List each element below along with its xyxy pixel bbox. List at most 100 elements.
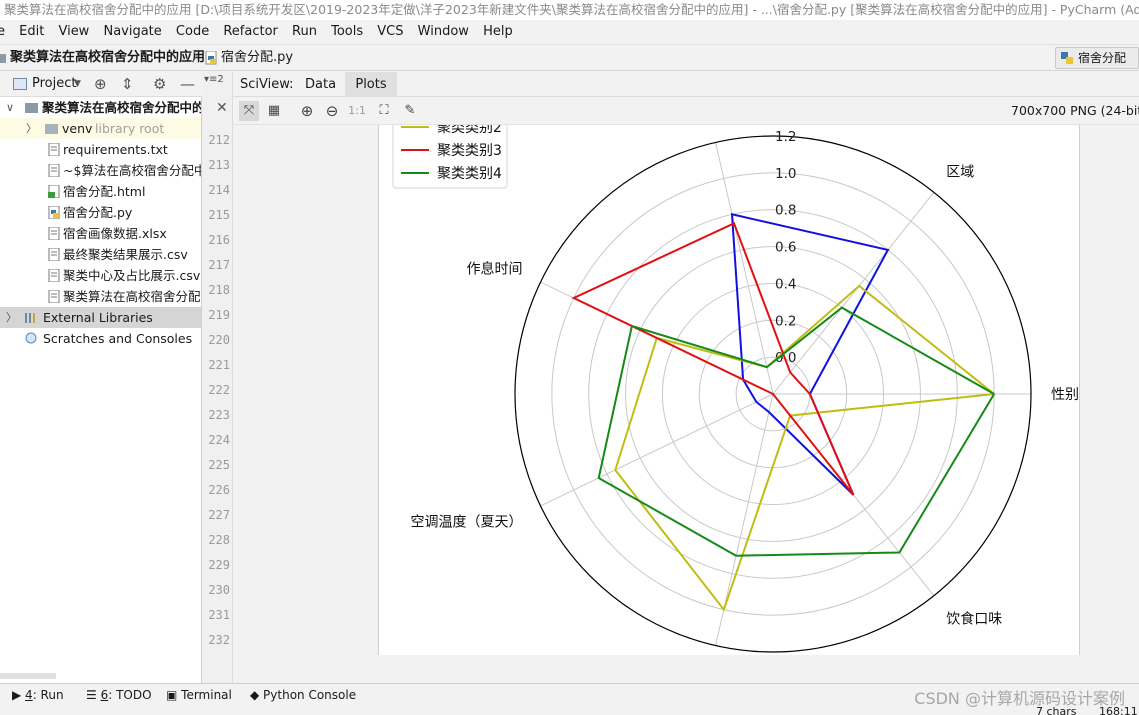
radar-axis-label: 性别 <box>1051 387 1079 403</box>
radar-spoke <box>772 191 935 395</box>
text-file-icon <box>48 164 60 177</box>
project-tree: ∨ 聚类算法在高校宿舍分配中的应用 〉 venv library root re… <box>0 97 202 683</box>
tree-item-file[interactable]: 宿舍画像数据.xlsx <box>0 223 201 244</box>
terminal-icon: ▣ <box>166 688 182 702</box>
menu-run[interactable]: Run <box>287 20 322 44</box>
watermark: CSDN @计算机源码设计案例 <box>914 689 1125 708</box>
legend-label: 聚类类别4 <box>437 166 502 182</box>
line-number: 229 <box>208 558 230 572</box>
tree-item-scratches[interactable]: Scratches and Consoles <box>0 328 201 349</box>
line-number: 218 <box>208 283 230 297</box>
tree-item-file[interactable]: requirements.txt <box>0 139 201 160</box>
breadcrumb-file[interactable]: 宿舍分配.py <box>221 45 293 71</box>
project-view-title[interactable]: Project <box>32 72 76 96</box>
terminal-tool-button[interactable]: ▣ Terminal <box>166 684 232 707</box>
tree-item-extra: library root <box>95 121 165 136</box>
library-icon <box>25 313 35 323</box>
tree-item-external-libraries[interactable]: 〉 External Libraries <box>0 307 201 328</box>
close-icon[interactable]: ✕ <box>216 100 228 116</box>
line-number: 220 <box>208 333 230 347</box>
hide-panel-icon[interactable]: — <box>180 72 195 96</box>
radar-series-line <box>597 306 995 557</box>
folder-icon <box>0 54 6 63</box>
radar-axis-label: 饮食口味 <box>946 610 1002 627</box>
menu-navigate[interactable]: Navigate <box>98 20 166 44</box>
python-console-icon: ◆ <box>250 688 264 702</box>
fit-zoom-icon[interactable]: ⤧ <box>239 101 259 121</box>
menu-help[interactable]: Help <box>478 20 518 44</box>
image-info: 700x700 PNG (24-bit c <box>1011 103 1139 118</box>
tree-item-file[interactable]: 最终聚类结果展示.csv <box>0 244 201 265</box>
grid-icon[interactable]: ▦ <box>264 101 284 121</box>
todo-tool-button[interactable]: ☰ 6: TODO <box>86 684 152 707</box>
tree-item-file[interactable]: 宿舍分配.py <box>0 202 201 223</box>
menu-file[interactable]: e <box>0 20 10 44</box>
window-title: 聚类算法在高校宿舍分配中的应用 [D:\项目系统开发区\2019-2023年定做… <box>0 0 1139 20</box>
folder-icon <box>45 124 58 134</box>
run-configuration-selector[interactable]: 宿舍分配 <box>1055 47 1139 69</box>
locate-icon[interactable]: ⊕ <box>94 72 107 96</box>
color-picker-icon[interactable]: ✎ <box>400 101 420 121</box>
run-tool-button[interactable]: ▶ 4: Run <box>12 684 64 707</box>
zoom-in-icon[interactable]: ⊕ <box>297 101 317 121</box>
breadcrumb-project[interactable]: 聚类算法在高校宿舍分配中的应用 <box>10 45 205 71</box>
line-number: 225 <box>208 458 230 472</box>
tree-item-venv[interactable]: 〉 venv library root <box>0 118 201 139</box>
fit-window-icon[interactable]: ⛶ <box>374 101 394 121</box>
chevron-right-icon[interactable]: 〉 <box>26 118 37 139</box>
line-number: 230 <box>208 583 230 597</box>
tree-item-label: 最终聚类结果展示.csv <box>63 247 188 262</box>
chevron-down-icon[interactable]: ∨ <box>6 97 14 118</box>
todo-icon: ☰ <box>86 688 101 702</box>
tree-item-file[interactable]: 宿舍分配.html <box>0 181 201 202</box>
tree-item-label: requirements.txt <box>63 142 168 157</box>
radar-axis-label: 身高 <box>697 125 725 127</box>
radar-axis-label: 作息时间 <box>467 260 523 277</box>
collapse-all-icon[interactable]: ⇕ <box>121 72 134 96</box>
tree-item-label: External Libraries <box>43 310 153 325</box>
tree-item-root[interactable]: ∨ 聚类算法在高校宿舍分配中的应用 <box>0 97 201 118</box>
chevron-right-icon[interactable]: 〉 <box>6 307 17 328</box>
python-console-tool-button[interactable]: ◆ Python Console <box>250 684 356 707</box>
menu-tools[interactable]: Tools <box>326 20 368 44</box>
tab-plots[interactable]: Plots <box>345 72 397 97</box>
line-number: 214 <box>208 183 230 197</box>
tree-item-file[interactable]: 聚类算法在高校宿舍分配中的应用 <box>0 286 201 307</box>
html-file-icon <box>48 185 60 198</box>
tree-item-label: 宿舍分配.html <box>63 184 146 199</box>
menu-vcs[interactable]: VCS <box>372 20 408 44</box>
radial-tick-label: 0.8 <box>775 203 796 219</box>
actual-size-button[interactable]: 1:1 <box>347 101 367 121</box>
menu-view[interactable]: View <box>53 20 94 44</box>
tree-item-file[interactable]: ~$算法在高校宿舍分配中的应用 <box>0 160 201 181</box>
python-run-icon <box>1061 52 1073 64</box>
line-number: 212 <box>208 133 230 147</box>
text-file-icon <box>48 248 60 261</box>
chevron-down-icon[interactable]: ▼ <box>74 72 81 96</box>
horizontal-scrollbar[interactable] <box>0 673 56 679</box>
radial-tick-label: 0.6 <box>775 240 796 256</box>
tree-item-label: ~$算法在高校宿舍分配中的应用 <box>63 163 201 178</box>
menu-window[interactable]: Window <box>413 20 474 44</box>
radial-tick-label: 1.2 <box>775 129 796 145</box>
tree-item-label: Scratches and Consoles <box>43 331 193 346</box>
line-number: 221 <box>208 358 230 372</box>
gear-icon[interactable]: ⚙ <box>153 72 166 96</box>
editor-tabs-menu-icon[interactable]: ▾≡2 <box>204 74 224 85</box>
menu-refactor[interactable]: Refactor <box>218 20 283 44</box>
sciview-label: SciView: <box>240 77 294 92</box>
menu-edit[interactable]: Edit <box>14 20 49 44</box>
text-file-icon <box>48 143 60 156</box>
line-number: 213 <box>208 158 230 172</box>
tab-data[interactable]: Data <box>305 72 336 97</box>
menu-code[interactable]: Code <box>171 20 214 44</box>
line-number: 227 <box>208 508 230 522</box>
line-number: 217 <box>208 258 230 272</box>
radial-tick-label: 0.4 <box>775 276 796 292</box>
radar-chart: 0.00.20.40.60.81.01.2性别区域身高作息时间空调温度（夏天）年… <box>392 125 1079 653</box>
tree-item-file[interactable]: 聚类中心及占比展示.csv <box>0 265 201 286</box>
tree-item-label: 聚类算法在高校宿舍分配中的应用 <box>42 100 201 115</box>
tree-item-label: 宿舍分配.py <box>63 205 133 220</box>
radial-tick-label: 1.0 <box>775 166 796 182</box>
zoom-out-icon[interactable]: ⊖ <box>322 101 342 121</box>
